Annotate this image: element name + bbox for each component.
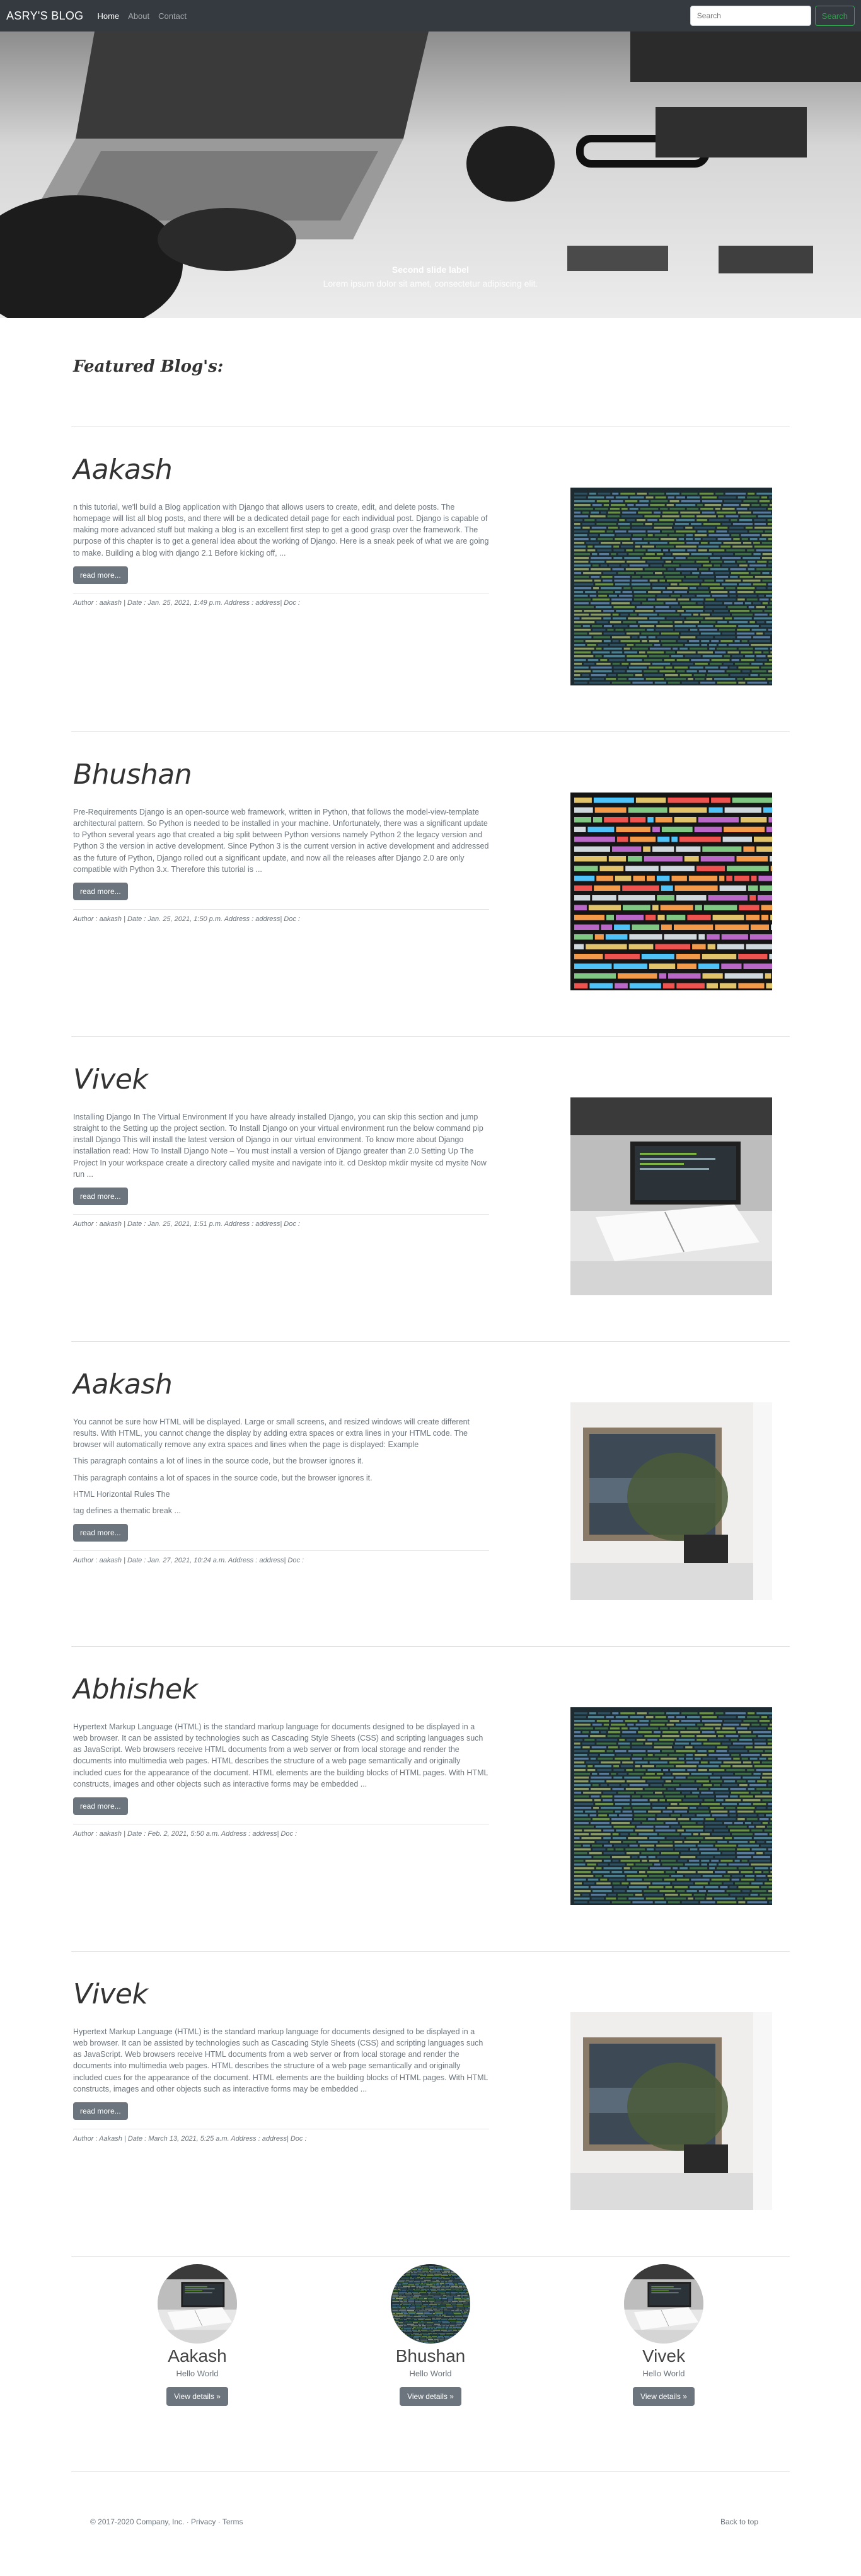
post-image [570,2012,772,2210]
post-body: You cannot be sure how HTML will be disp… [73,1416,489,1566]
post-meta: Author : aakash | Date : Jan. 25, 2021, … [73,915,300,923]
post-list: Aakash n this tutorial, we'll build a Bl… [71,427,790,2257]
author-description: Hello World [176,2369,219,2378]
post-image [570,1402,772,1600]
nav-link-home[interactable]: Home [97,11,119,21]
hero-caption-text: Lorem ipsum dolor sit amet, consectetur … [323,278,538,289]
author-description: Hello World [409,2369,452,2378]
post-paragraph: You cannot be sure how HTML will be disp… [73,1417,470,1450]
post-paragraph: Installing Django In The Virtual Environ… [73,1113,487,1179]
post-meta: Author : aakash | Date : Jan. 25, 2021, … [73,598,300,607]
author-name: Bhushan [395,2346,466,2366]
post-body: Pre-Requirements Django is an open-sourc… [73,806,489,925]
post-excerpt: Pre-Requirements Django is an open-sourc… [73,806,489,875]
footer-copyright[interactable]: © 2017-2020 Company, Inc. · Privacy · Te… [90,2517,243,2526]
author-name: Vivek [642,2346,685,2366]
author-card: Vivek Hello World View details » [569,2264,758,2406]
author-avatar [158,2264,237,2344]
read-more-button[interactable]: read more... [73,1523,128,1542]
post-body: Installing Django In The Virtual Environ… [73,1111,489,1230]
post-paragraph: Hypertext Markup Language (HTML) is the … [73,1722,488,1789]
search-input[interactable] [690,6,811,26]
divider [73,1550,489,1551]
brand-logo[interactable]: ASRY'S BLOG [6,9,83,23]
blog-post: Vivek Hypertext Markup Language (HTML) i… [71,1952,790,2257]
post-title: Abhishek [73,1673,198,1705]
author-card: Aakash Hello World View details » [103,2264,292,2406]
blog-post: Abhishek Hypertext Markup Language (HTML… [71,1647,790,1952]
post-image [570,1707,772,1905]
footer: © 2017-2020 Company, Inc. · Privacy · Te… [71,2472,790,2551]
post-title: Aakash [73,1368,173,1400]
post-image [570,488,772,685]
search-button[interactable]: Search [814,6,855,26]
post-title: Vivek [73,1063,148,1096]
view-details-button[interactable]: View details » [633,2387,695,2406]
post-excerpt: Installing Django In The Virtual Environ… [73,1111,489,1180]
author-avatar [391,2264,470,2344]
post-image [570,793,772,990]
post-paragraph: Pre-Requirements Django is an open-sourc… [73,808,489,874]
blog-post: Aakash n this tutorial, we'll build a Bl… [71,427,790,732]
featured-heading: Featured Blog's: [73,357,224,376]
view-details-button[interactable]: View details » [400,2387,461,2406]
post-body: Hypertext Markup Language (HTML) is the … [73,1721,489,1840]
nav-link-about[interactable]: About [128,11,149,21]
post-meta: Author : Aakash | Date : March 13, 2021,… [73,2134,307,2143]
author-name: Aakash [168,2346,227,2366]
post-title: Vivek [73,1978,148,2010]
post-meta: Author : aakash | Date : Jan. 27, 2021, … [73,1556,304,1564]
post-excerpt: You cannot be sure how HTML will be disp… [73,1416,489,1516]
nav-links: Home About Contact [97,11,186,21]
hero-caption: Second slide label Lorem ipsum dolor sit… [0,265,861,289]
post-paragraph: tag defines a thematic break ... [73,1506,181,1515]
post-paragraph: n this tutorial, we'll build a Blog appl… [73,503,489,558]
nav-link-contact[interactable]: Contact [158,11,187,21]
divider [71,2256,790,2257]
post-meta: Author : aakash | Date : Jan. 25, 2021, … [73,1220,300,1228]
post-title: Aakash [73,454,173,486]
post-image [570,1097,772,1295]
read-more-button[interactable]: read more... [73,566,128,584]
blog-post: Vivek Installing Django In The Virtual E… [71,1037,790,1342]
post-title: Bhushan [73,758,192,791]
post-paragraph: Hypertext Markup Language (HTML) is the … [73,2027,488,2093]
post-excerpt: Hypertext Markup Language (HTML) is the … [73,2026,489,2095]
read-more-button[interactable]: read more... [73,882,128,900]
read-more-button[interactable]: read more... [73,2102,128,2120]
authors-section: Aakash Hello World View details » Bhusha… [71,2264,790,2406]
post-paragraph: HTML Horizontal Rules The [73,1489,170,1499]
hero-caption-title: Second slide label [391,265,470,275]
read-more-button[interactable]: read more... [73,1797,128,1815]
post-excerpt: n this tutorial, we'll build a Blog appl… [73,501,489,559]
blog-post: Aakash You cannot be sure how HTML will … [71,1342,790,1647]
search-form: Search [690,6,855,26]
post-excerpt: Hypertext Markup Language (HTML) is the … [73,1721,489,1790]
blog-post: Bhushan Pre-Requirements Django is an op… [71,732,790,1037]
post-body: Hypertext Markup Language (HTML) is the … [73,2026,489,2144]
hero-carousel[interactable]: Second slide label Lorem ipsum dolor sit… [0,31,861,318]
author-description: Hello World [642,2369,685,2378]
author-avatar [624,2264,703,2344]
post-paragraph: This paragraph contains a lot of lines i… [73,1457,364,1466]
divider [73,908,489,910]
post-paragraph: This paragraph contains a lot of spaces … [73,1473,373,1482]
navbar: ASRY'S BLOG Home About Contact Search [0,0,861,31]
divider [73,1213,489,1215]
back-to-top-link[interactable]: Back to top [720,2517,758,2526]
post-meta: Author : aakash | Date : Feb. 2, 2021, 5… [73,1829,298,1838]
view-details-button[interactable]: View details » [166,2387,228,2406]
read-more-button[interactable]: read more... [73,1187,128,1205]
author-card: Bhushan Hello World View details » [336,2264,525,2406]
post-body: n this tutorial, we'll build a Blog appl… [73,501,489,609]
main-content: Featured Blog's: Aakash n this tutorial,… [71,357,790,2551]
